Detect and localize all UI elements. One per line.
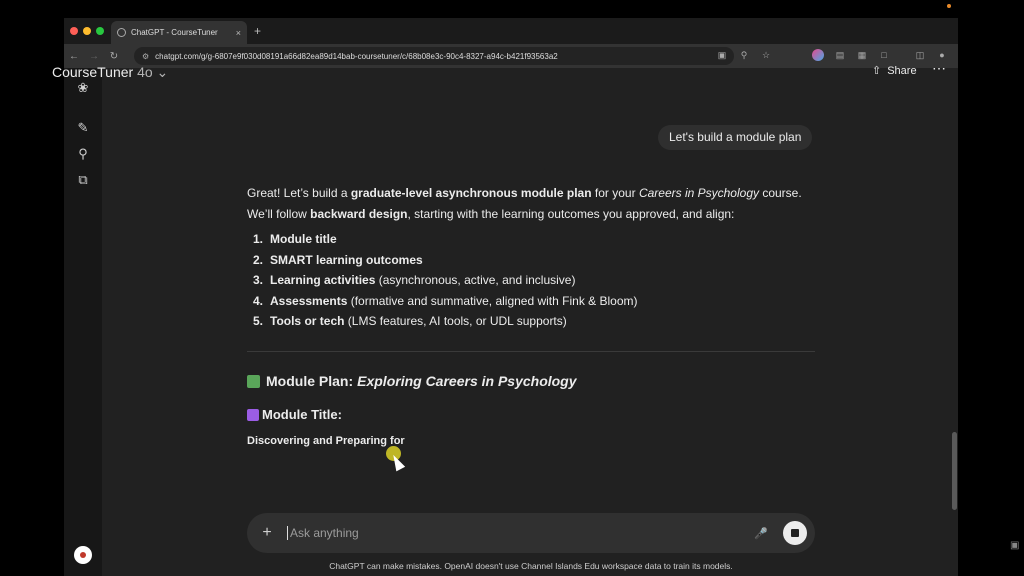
add-attachment-icon[interactable]: + (247, 524, 287, 542)
library-icon[interactable]: ⧉ (75, 172, 91, 188)
extensions-puzzle-icon[interactable]: □ (878, 49, 890, 61)
module-title-heading: Module Title: (247, 407, 342, 422)
puzzle-piece-icon (247, 374, 260, 388)
more-options-icon[interactable]: ⋯ (932, 60, 947, 77)
zoom-icon[interactable]: ⚲ (738, 49, 750, 61)
new-chat-icon[interactable]: ✎ (75, 120, 91, 136)
model-selector[interactable]: CourseTuner 4o ⌄ (52, 64, 168, 81)
list-item: 1. Module title (253, 232, 337, 246)
tab-bar: ChatGPT - CourseTuner × + (64, 18, 958, 44)
minimize-window-button[interactable] (83, 27, 91, 35)
screen-capture-icon: ▣ (1010, 540, 1020, 551)
list-item: 4. Assessments (formative and summative, … (253, 293, 638, 308)
list-item: 5. Tools or tech (LMS features, AI tools,… (253, 314, 567, 328)
forward-arrow-icon[interactable]: → (84, 51, 104, 62)
site-info-icon[interactable]: ⚙ (142, 52, 149, 61)
extension-color-icon[interactable] (812, 49, 824, 61)
share-button[interactable]: ⇧ Share (872, 64, 917, 78)
side-panel-icon[interactable]: ◫ (914, 49, 926, 61)
search-icon[interactable]: ⚲ (75, 146, 91, 162)
gpt-name: CourseTuner (52, 64, 134, 80)
intro-paragraph-2: We’ll follow backward design, starting w… (247, 207, 735, 221)
stop-icon (791, 529, 799, 537)
list-item: 2. SMART learning outcomes (253, 252, 423, 267)
openai-logo-icon[interactable]: ❀ (75, 80, 91, 96)
model-name: 4o (137, 64, 153, 80)
back-arrow-icon[interactable]: ← (64, 51, 84, 62)
address-bar[interactable]: ⚙ chatgpt.com/g/g-6807e9f030d08191a66d82… (134, 47, 734, 65)
close-tab-icon[interactable]: × (236, 28, 241, 38)
chevron-down-icon: ⌄ (156, 64, 169, 80)
browser-tab[interactable]: ChatGPT - CourseTuner × (111, 21, 247, 44)
globe-icon (117, 28, 126, 37)
maximize-window-button[interactable] (96, 27, 104, 35)
extensions-area: ▣ ⚲ ☆ ▤ ▦ □ ◫ ● ⋮ (716, 49, 958, 61)
module-plan-heading: Module Plan: Exploring Careers in Psycho… (247, 373, 577, 389)
screen-share-icon[interactable]: ▣ (716, 49, 728, 61)
toolbar: ← → ↻ ⚙ chatgpt.com/g/g-6807e9f030d08191… (64, 44, 958, 68)
microphone-icon[interactable]: 🎤 (753, 527, 769, 540)
share-icon: ⇧ (872, 65, 882, 77)
alignment-list: 1. Module title 2. SMART learning outcomes… (247, 229, 817, 332)
module-title-text: Discovering and Preparing for (247, 435, 405, 447)
prompt-input[interactable] (287, 526, 753, 540)
stop-generating-button[interactable] (783, 521, 807, 545)
recording-indicator (947, 4, 951, 8)
intro-paragraph-1: Great! Let’s build a graduate-level asyn… (247, 186, 802, 200)
reload-icon[interactable]: ↻ (104, 51, 124, 62)
list-item: 3. Learning activities (asynchronous, act… (253, 273, 576, 287)
bookmark-star-icon[interactable]: ☆ (760, 49, 772, 61)
user-message: Let's build a module plan (658, 125, 813, 150)
assistant-message: Great! Let’s build a graduate-level asyn… (247, 183, 817, 332)
extension-film-icon[interactable]: ▦ (856, 49, 868, 61)
composer: + 🎤 (247, 513, 815, 553)
extension-monitor-icon[interactable]: ▤ (834, 49, 846, 61)
purple-square-icon (247, 408, 259, 421)
scrollbar-thumb[interactable] (952, 432, 957, 510)
url-text: chatgpt.com/g/g-6807e9f030d08191a66d82ea… (155, 51, 558, 61)
divider (247, 351, 815, 352)
tab-title: ChatGPT - CourseTuner (131, 28, 218, 37)
disclaimer: ChatGPT can make mistakes. OpenAI doesn'… (329, 561, 733, 571)
close-window-button[interactable] (70, 27, 78, 35)
new-tab-button[interactable]: + (254, 24, 261, 38)
app-sidebar: ❀ ✎ ⚲ ⧉ (64, 68, 102, 576)
window-controls (70, 27, 104, 35)
share-label: Share (887, 64, 917, 77)
